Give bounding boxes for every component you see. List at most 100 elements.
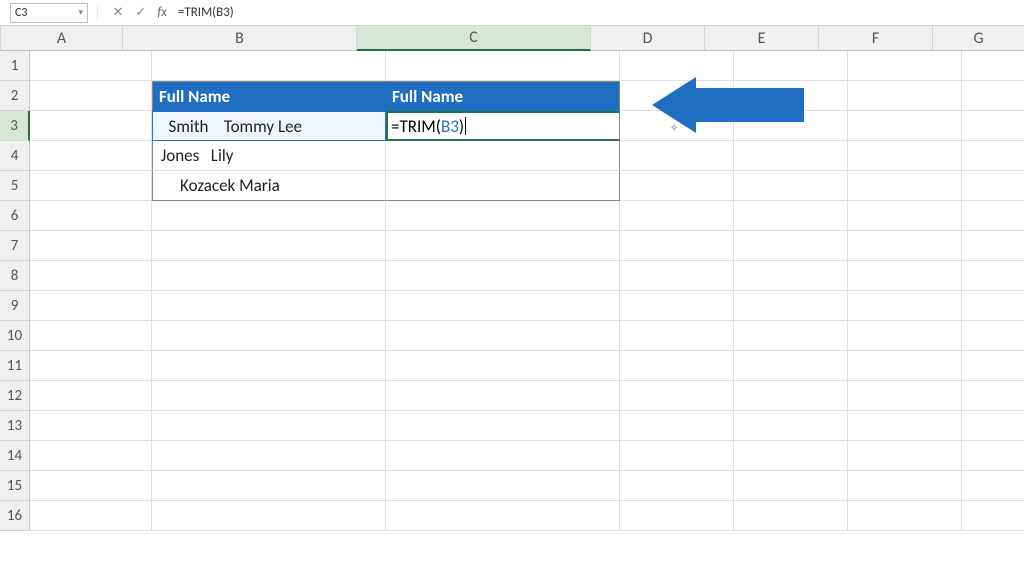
cell-C16[interactable]: [386, 501, 620, 531]
row-header-9[interactable]: 9: [0, 291, 30, 321]
cell-B1[interactable]: [152, 51, 386, 81]
cell-F8[interactable]: [848, 261, 962, 291]
col-header-C[interactable]: C: [357, 26, 591, 51]
dropdown-icon[interactable]: ▾: [78, 7, 83, 18]
cell-F2[interactable]: [848, 81, 962, 111]
cell-F9[interactable]: [848, 291, 962, 321]
cell-D5[interactable]: [620, 171, 734, 201]
row-header-4[interactable]: 4: [0, 141, 30, 171]
row-header-6[interactable]: 6: [0, 201, 30, 231]
cell-B8[interactable]: [152, 261, 386, 291]
cell-E1[interactable]: [734, 51, 848, 81]
cell-G8[interactable]: [962, 261, 1024, 291]
cell-D1[interactable]: [620, 51, 734, 81]
cell-C8[interactable]: [386, 261, 620, 291]
cell-D2[interactable]: [620, 81, 734, 111]
cell-D8[interactable]: [620, 261, 734, 291]
cell-A15[interactable]: [30, 471, 152, 501]
cell-A11[interactable]: [30, 351, 152, 381]
row-header-3[interactable]: 3: [0, 111, 30, 141]
cell-G11[interactable]: [962, 351, 1024, 381]
cell-D7[interactable]: [620, 231, 734, 261]
col-header-D[interactable]: D: [591, 26, 705, 51]
row-header-1[interactable]: 1: [0, 51, 30, 81]
cell-F16[interactable]: [848, 501, 962, 531]
cell-F4[interactable]: [848, 141, 962, 171]
cell-B16[interactable]: [152, 501, 386, 531]
cell-G7[interactable]: [962, 231, 1024, 261]
cell-E11[interactable]: [734, 351, 848, 381]
cell-G6[interactable]: [962, 201, 1024, 231]
cell-B6[interactable]: [152, 201, 386, 231]
cell-A14[interactable]: [30, 441, 152, 471]
cell-D16[interactable]: [620, 501, 734, 531]
cell-C7[interactable]: [386, 231, 620, 261]
cell-B2[interactable]: Full Name: [152, 81, 386, 111]
cell-E12[interactable]: [734, 381, 848, 411]
row-header-15[interactable]: 15: [0, 471, 30, 501]
cell-G14[interactable]: [962, 441, 1024, 471]
cell-B14[interactable]: [152, 441, 386, 471]
name-box[interactable]: C3 ▾: [10, 3, 88, 23]
cell-B12[interactable]: [152, 381, 386, 411]
cell-F10[interactable]: [848, 321, 962, 351]
col-header-G[interactable]: G: [933, 26, 1024, 51]
cell-C12[interactable]: [386, 381, 620, 411]
cell-B9[interactable]: [152, 291, 386, 321]
cell-D6[interactable]: [620, 201, 734, 231]
cancel-icon[interactable]: ✕: [107, 5, 130, 20]
cell-G2[interactable]: [962, 81, 1024, 111]
cell-C10[interactable]: [386, 321, 620, 351]
cell-C1[interactable]: [386, 51, 620, 81]
cell-F7[interactable]: [848, 231, 962, 261]
cell-A16[interactable]: [30, 501, 152, 531]
cell-A4[interactable]: [30, 141, 152, 171]
cell-A9[interactable]: [30, 291, 152, 321]
cell-B13[interactable]: [152, 411, 386, 441]
cell-C6[interactable]: [386, 201, 620, 231]
cell-F12[interactable]: [848, 381, 962, 411]
col-header-B[interactable]: B: [123, 26, 357, 51]
cell-D11[interactable]: [620, 351, 734, 381]
cell-D15[interactable]: [620, 471, 734, 501]
col-header-F[interactable]: F: [819, 26, 933, 51]
cell-E10[interactable]: [734, 321, 848, 351]
cell-B15[interactable]: [152, 471, 386, 501]
row-header-7[interactable]: 7: [0, 231, 30, 261]
cell-E7[interactable]: [734, 231, 848, 261]
cell-C3-active[interactable]: =TRIM(B3): [386, 111, 620, 141]
cell-A6[interactable]: [30, 201, 152, 231]
cell-E6[interactable]: [734, 201, 848, 231]
cell-A12[interactable]: [30, 381, 152, 411]
row-header-16[interactable]: 16: [0, 501, 30, 531]
row-header-2[interactable]: 2: [0, 81, 30, 111]
cell-C4[interactable]: [386, 141, 620, 171]
cell-F3[interactable]: [848, 111, 962, 141]
cell-D10[interactable]: [620, 321, 734, 351]
cell-G3[interactable]: [962, 111, 1024, 141]
cell-D4[interactable]: [620, 141, 734, 171]
cell-F11[interactable]: [848, 351, 962, 381]
col-header-E[interactable]: E: [705, 26, 819, 51]
cell-A3[interactable]: [30, 111, 152, 141]
cell-D13[interactable]: [620, 411, 734, 441]
cell-A2[interactable]: [30, 81, 152, 111]
cell-A1[interactable]: [30, 51, 152, 81]
cell-B7[interactable]: [152, 231, 386, 261]
cell-E2[interactable]: [734, 81, 848, 111]
cell-G5[interactable]: [962, 171, 1024, 201]
cell-B10[interactable]: [152, 321, 386, 351]
cell-E16[interactable]: [734, 501, 848, 531]
cell-B3[interactable]: Smith Tommy Lee: [152, 111, 386, 141]
row-header-8[interactable]: 8: [0, 261, 30, 291]
cell-B11[interactable]: [152, 351, 386, 381]
cell-D14[interactable]: [620, 441, 734, 471]
cell-E9[interactable]: [734, 291, 848, 321]
row-header-14[interactable]: 14: [0, 441, 30, 471]
cell-A7[interactable]: [30, 231, 152, 261]
cell-C14[interactable]: [386, 441, 620, 471]
enter-icon[interactable]: ✓: [129, 5, 152, 20]
row-header-10[interactable]: 10: [0, 321, 30, 351]
cell-C13[interactable]: [386, 411, 620, 441]
cell-G16[interactable]: [962, 501, 1024, 531]
